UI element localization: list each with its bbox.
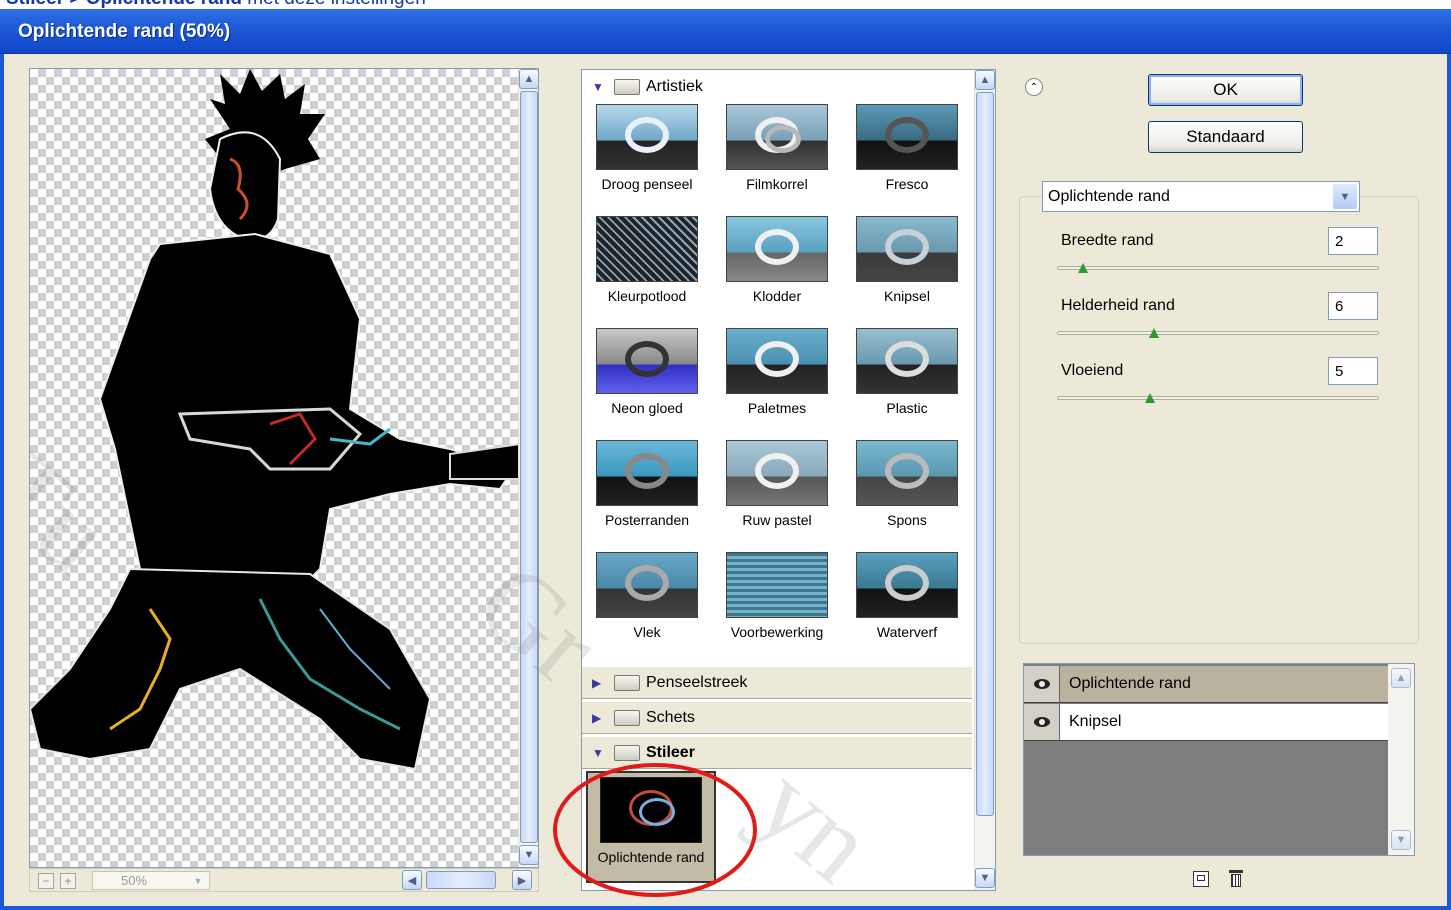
collapse-gallery-icon[interactable]: ⌃ [1025, 78, 1043, 96]
trash-icon[interactable] [1228, 870, 1244, 888]
layer-row-knipsel[interactable]: Knipsel [1024, 704, 1388, 741]
layer-row-oplichtende-rand[interactable]: Oplichtende rand [1024, 666, 1388, 703]
vloeiend-input[interactable]: 5 [1328, 357, 1378, 385]
breedte-rand-slider[interactable] [1057, 266, 1379, 270]
param-label-vloeiend: Vloeiend [1061, 362, 1124, 379]
vloeiend-slider-thumb[interactable] [1145, 393, 1156, 403]
breedte-rand-slider-thumb[interactable] [1077, 263, 1088, 273]
breedte-rand-input[interactable]: 2 [1328, 227, 1378, 255]
new-layer-icon[interactable] [1193, 871, 1209, 887]
param-label-helderheid: Helderheid rand [1061, 297, 1175, 314]
filter-select-value: Oplichtende rand [1048, 188, 1170, 205]
vloeiend-slider[interactable] [1057, 396, 1379, 400]
scroll-down-arrow-icon[interactable]: ▼ [1391, 830, 1411, 850]
eye-visibility-icon[interactable] [1024, 666, 1060, 702]
standaard-button[interactable]: Standaard [1148, 121, 1303, 153]
helderheid-rand-input[interactable]: 6 [1328, 292, 1378, 320]
ok-button[interactable]: OK [1148, 74, 1303, 106]
layer-name: Knipsel [1069, 713, 1122, 730]
scroll-up-arrow-icon[interactable]: ▲ [1391, 668, 1411, 688]
filter-select[interactable]: Oplichtende rand ▼ [1042, 181, 1360, 212]
layers-vscrollbar[interactable]: ▲ ▼ [1388, 664, 1414, 855]
effect-layers-list: Oplichtende rand Knipsel ▲ ▼ [1023, 663, 1415, 856]
helderheid-rand-slider-thumb[interactable] [1148, 328, 1159, 338]
eye-visibility-icon[interactable] [1024, 704, 1060, 740]
chevron-down-icon[interactable]: ▼ [1333, 184, 1357, 209]
helderheid-rand-slider[interactable] [1057, 331, 1379, 335]
param-label-breedte: Breedte rand [1061, 232, 1154, 249]
layer-name: Oplichtende rand [1069, 675, 1191, 692]
